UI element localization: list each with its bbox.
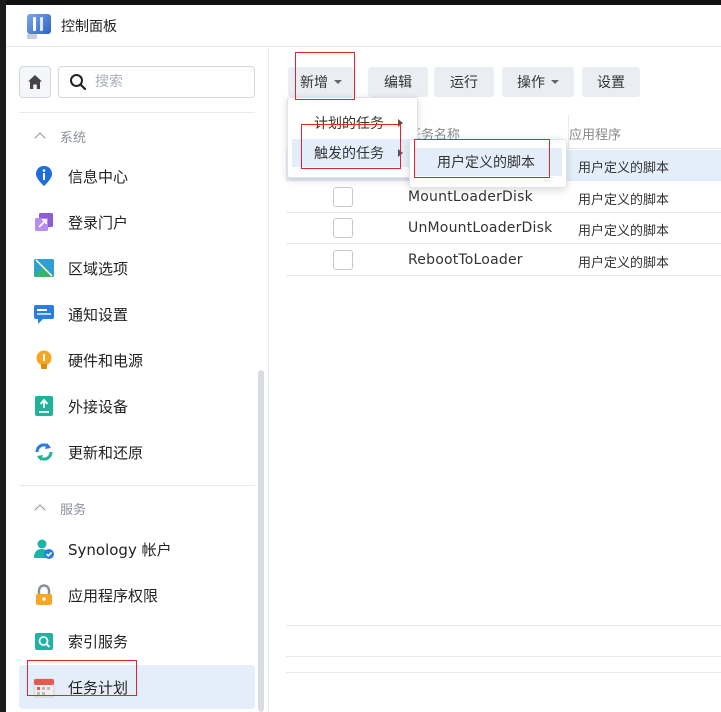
search-input[interactable] bbox=[95, 74, 245, 90]
sidebar-item-regional-options[interactable]: 区域选项 bbox=[19, 246, 255, 290]
sidebar-scrollbar[interactable] bbox=[258, 370, 264, 712]
titlebar: 控制面板 bbox=[6, 5, 721, 47]
action-button[interactable]: 操作 bbox=[502, 67, 574, 97]
section-header-system[interactable]: 系统 bbox=[34, 125, 86, 147]
login-portal-icon bbox=[33, 211, 55, 233]
sidebar: 系统 信息中心 登录门户 区域选项 通知设置 bbox=[6, 48, 269, 712]
highlight-task-scheduler bbox=[27, 660, 137, 696]
section-header-services[interactable]: 服务 bbox=[34, 497, 86, 519]
sidebar-item-hardware-power[interactable]: 硬件和电源 bbox=[19, 338, 255, 382]
run-button[interactable]: 运行 bbox=[434, 67, 494, 97]
refresh-icon bbox=[33, 441, 55, 463]
window-title: 控制面板 bbox=[61, 18, 117, 35]
sidebar-divider bbox=[19, 112, 255, 113]
row-checkbox[interactable] bbox=[333, 218, 353, 238]
row-checkbox[interactable] bbox=[333, 250, 353, 270]
row-checkbox[interactable] bbox=[333, 187, 353, 207]
sidebar-item-info-center[interactable]: 信息中心 bbox=[19, 154, 255, 198]
grid-footer-divider bbox=[286, 625, 721, 626]
highlight-triggered-task bbox=[301, 124, 401, 169]
sidebar-item-notification[interactable]: 通知设置 bbox=[19, 292, 255, 336]
caret-down-icon bbox=[551, 80, 559, 84]
grid-footer-divider bbox=[286, 672, 721, 673]
control-panel-window: 控制面板 系统 信息中心 bbox=[6, 5, 721, 712]
sidebar-divider bbox=[19, 485, 255, 486]
sidebar-item-external-devices[interactable]: 外接设备 bbox=[19, 384, 255, 428]
control-panel-icon bbox=[25, 12, 53, 40]
highlight-user-defined-script bbox=[414, 139, 550, 178]
info-icon bbox=[33, 165, 55, 187]
table-row[interactable]: UnMountLoaderDisk 用户定义的脚本 bbox=[286, 213, 721, 244]
search-field[interactable] bbox=[58, 66, 255, 98]
lightbulb-icon bbox=[33, 349, 55, 371]
home-button[interactable] bbox=[19, 66, 51, 98]
column-header-app[interactable]: 应用程序 bbox=[569, 124, 621, 143]
home-icon bbox=[28, 75, 42, 89]
grid-footer-divider bbox=[286, 656, 721, 657]
lock-icon bbox=[33, 584, 55, 606]
sidebar-item-login-portal[interactable]: 登录门户 bbox=[19, 200, 255, 244]
settings-button[interactable]: 设置 bbox=[582, 67, 640, 97]
regional-options-icon bbox=[33, 257, 55, 279]
chevron-up-icon bbox=[34, 132, 46, 144]
indexing-icon bbox=[33, 630, 55, 652]
sidebar-item-indexing-service[interactable]: 索引服务 bbox=[19, 619, 255, 663]
edit-button[interactable]: 编辑 bbox=[368, 67, 428, 97]
highlight-create-button bbox=[295, 52, 355, 100]
external-device-icon bbox=[33, 395, 55, 417]
sidebar-item-app-privileges[interactable]: 应用程序权限 bbox=[19, 573, 255, 617]
chevron-up-icon bbox=[34, 504, 46, 516]
sidebar-item-synology-account[interactable]: Synology 帐户 bbox=[19, 527, 255, 571]
table-row[interactable]: RebootToLoader 用户定义的脚本 bbox=[286, 245, 721, 276]
account-icon bbox=[33, 538, 55, 560]
sidebar-item-update-restore[interactable]: 更新和还原 bbox=[19, 430, 255, 474]
notification-icon bbox=[33, 303, 55, 325]
search-icon bbox=[70, 74, 87, 91]
